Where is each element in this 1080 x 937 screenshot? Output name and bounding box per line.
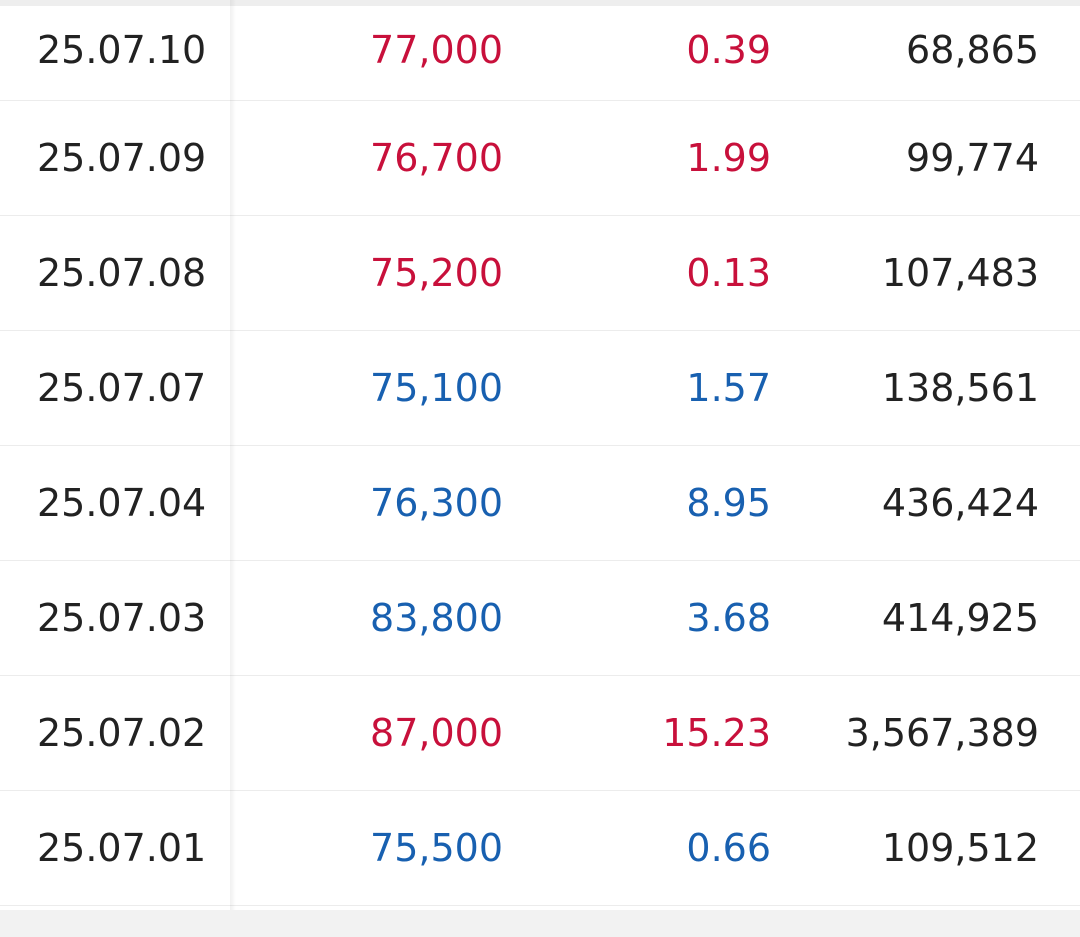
date-cell: 25.07.10 bbox=[37, 28, 207, 72]
table-row[interactable]: 25.07.08 75,200 0.13 107,483 bbox=[0, 216, 1080, 331]
change-rate-cell: 0.13 bbox=[686, 251, 771, 295]
price-cell: 75,500 bbox=[370, 826, 503, 870]
change-rate-cell: 0.66 bbox=[686, 826, 771, 870]
volume-cell: 68,865 bbox=[906, 28, 1039, 72]
change-rate-cell: 8.95 bbox=[686, 481, 771, 525]
volume-cell: 138,561 bbox=[881, 366, 1039, 410]
table-row[interactable]: 25.07.09 76,700 1.99 99,774 bbox=[0, 101, 1080, 216]
table-row[interactable]: 25.07.07 75,100 1.57 138,561 bbox=[0, 331, 1080, 446]
volume-cell: 109,512 bbox=[881, 826, 1039, 870]
change-rate-cell: 15.23 bbox=[662, 711, 771, 755]
volume-cell: 107,483 bbox=[881, 251, 1039, 295]
volume-cell: 414,925 bbox=[881, 596, 1039, 640]
date-cell: 25.07.02 bbox=[37, 711, 207, 755]
price-cell: 87,000 bbox=[370, 711, 503, 755]
date-cell: 25.07.01 bbox=[37, 826, 207, 870]
date-cell: 25.07.08 bbox=[37, 251, 207, 295]
volume-cell: 3,567,389 bbox=[845, 711, 1039, 755]
date-cell: 25.07.09 bbox=[37, 136, 207, 180]
volume-cell: 436,424 bbox=[881, 481, 1039, 525]
change-rate-cell: 0.39 bbox=[686, 28, 771, 72]
table-row[interactable]: 25.07.02 87,000 15.23 3,567,389 bbox=[0, 676, 1080, 791]
change-rate-cell: 1.99 bbox=[686, 136, 771, 180]
table-row[interactable]: 25.07.03 83,800 3.68 414,925 bbox=[0, 561, 1080, 676]
change-rate-cell: 3.68 bbox=[686, 596, 771, 640]
price-cell: 76,300 bbox=[370, 481, 503, 525]
price-cell: 77,000 bbox=[370, 28, 503, 72]
price-cell: 83,800 bbox=[370, 596, 503, 640]
table-row[interactable]: 25.07.01 75,500 0.66 109,512 bbox=[0, 791, 1080, 906]
table-row[interactable]: 25.07.04 76,300 8.95 436,424 bbox=[0, 446, 1080, 561]
bottom-area bbox=[0, 910, 1080, 937]
date-cell: 25.07.07 bbox=[37, 366, 207, 410]
price-cell: 75,100 bbox=[370, 366, 503, 410]
table-row[interactable]: 25.07.10 77,000 0.39 68,865 bbox=[0, 0, 1080, 101]
table-body: 25.07.10 77,000 0.39 68,865 25.07.09 76,… bbox=[0, 0, 1080, 906]
price-cell: 75,200 bbox=[370, 251, 503, 295]
price-history-table: 25.07.10 77,000 0.39 68,865 25.07.09 76,… bbox=[0, 0, 1080, 910]
date-cell: 25.07.03 bbox=[37, 596, 207, 640]
date-cell: 25.07.04 bbox=[37, 481, 207, 525]
price-cell: 76,700 bbox=[370, 136, 503, 180]
volume-cell: 99,774 bbox=[906, 136, 1039, 180]
change-rate-cell: 1.57 bbox=[686, 366, 771, 410]
